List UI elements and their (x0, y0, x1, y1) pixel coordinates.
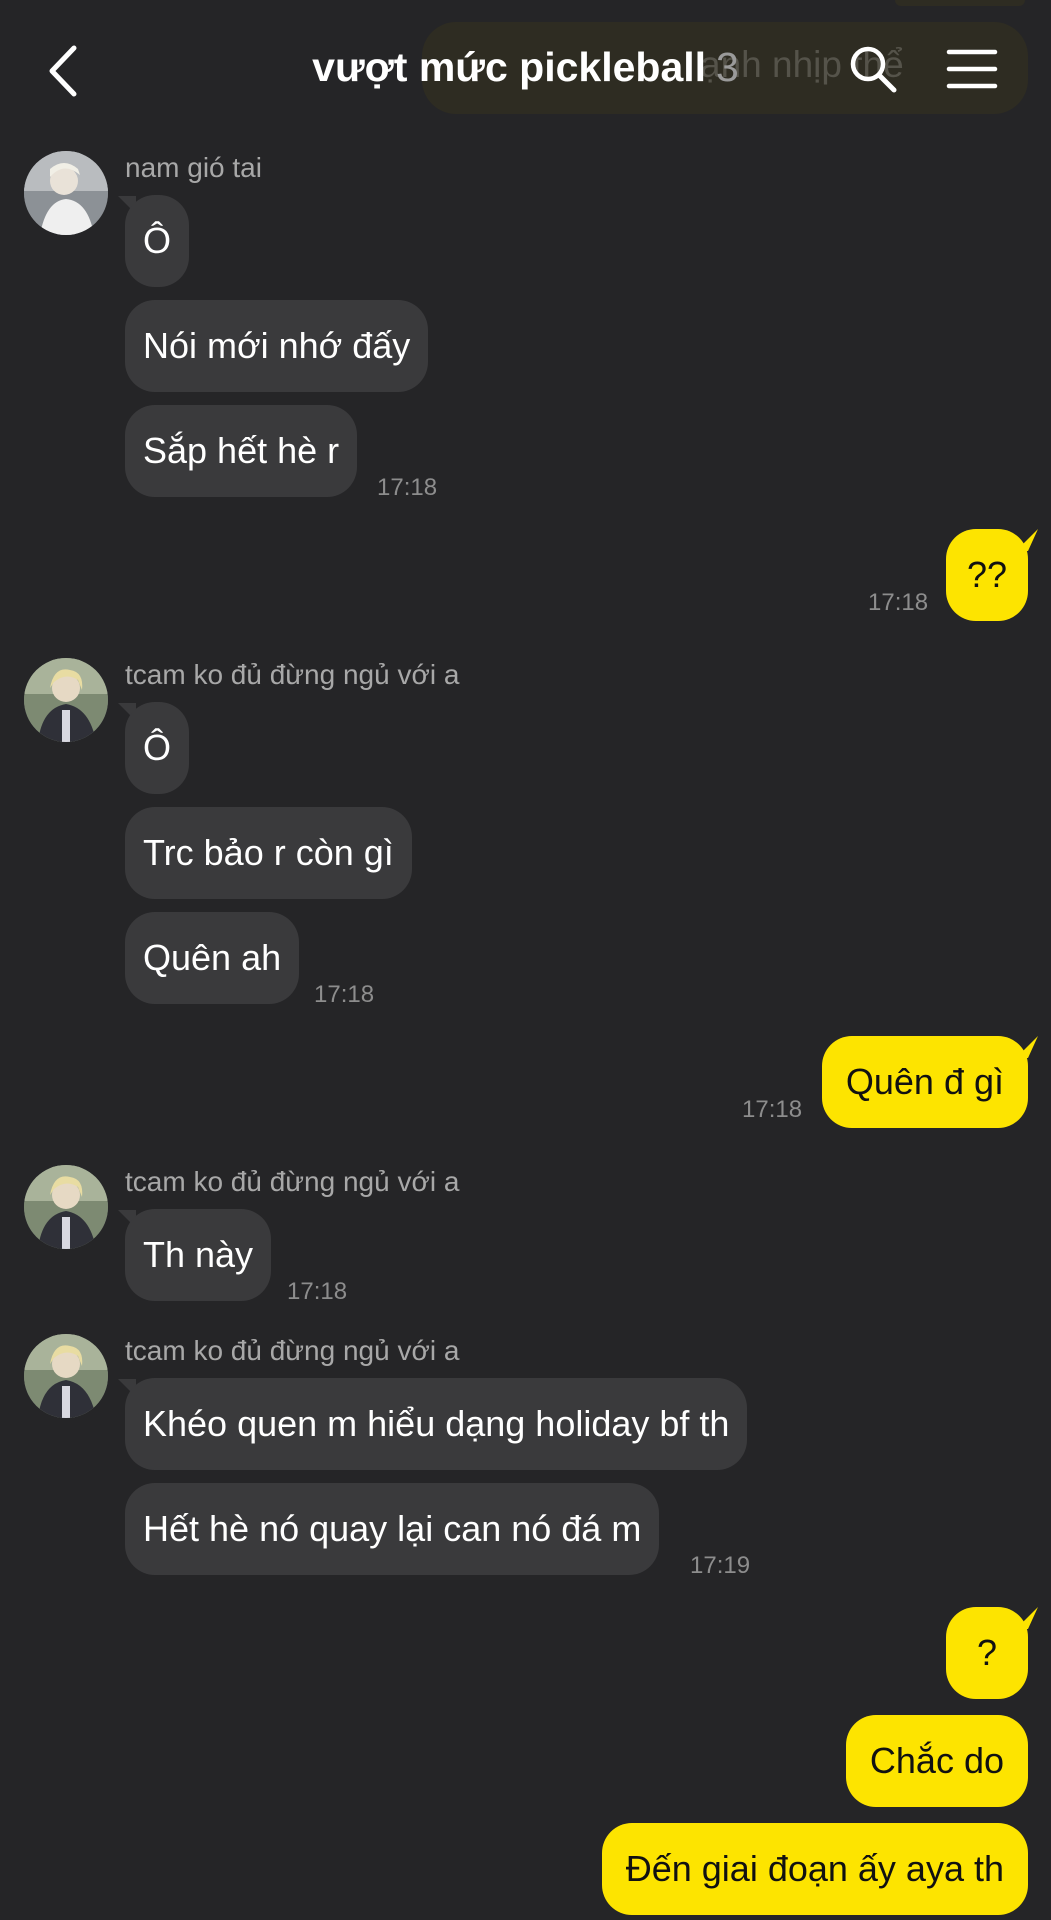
search-button[interactable] (848, 44, 898, 94)
group-name: vượt mức pickleball (312, 44, 707, 90)
message-timestamp: 17:18 (377, 474, 438, 501)
message-bubble[interactable]: Khéo quen m hiểu dạng holiday bf th (125, 1378, 748, 1470)
avatar-nam-gio-tai[interactable] (24, 151, 108, 235)
message-timestamp: 17:19 (690, 1552, 751, 1579)
search-icon (850, 46, 897, 93)
message-bubble[interactable]: Hết hè nó quay lại can nó đá m (125, 1483, 660, 1575)
message-bubble[interactable]: Quên ah (125, 912, 300, 1004)
sent-message-bubble[interactable]: Đến giai đoạn ấy aya th (601, 1823, 1028, 1915)
message-bubble[interactable]: Sắp hết hè r (125, 405, 358, 497)
sent-message-bubble[interactable]: Quên đ gì (821, 1036, 1028, 1128)
member-count: 3 (716, 44, 739, 90)
bubble-tail (1016, 529, 1038, 551)
sender-name: tcam ko đủ đừng ngủ với a (125, 1166, 460, 1197)
bubble-tail (1016, 1036, 1038, 1058)
message-timestamp: 17:18 (742, 1096, 803, 1123)
menu-button[interactable] (946, 48, 998, 90)
avatar-tcam[interactable] (24, 1334, 108, 1418)
message-bubble[interactable]: Ô (125, 195, 190, 287)
previous-message-fragment (895, 0, 1025, 6)
message-bubble[interactable]: Nói mới nhớ đấy (125, 300, 429, 392)
message-bubble[interactable]: Th này (125, 1209, 272, 1301)
sender-name: tcam ko đủ đừng ngủ với a (125, 659, 460, 690)
avatar-tcam[interactable] (24, 1165, 108, 1249)
message-bubble[interactable]: Trc bảo r còn gì (125, 807, 412, 899)
message-timestamp: 17:18 (868, 589, 929, 616)
sender-name: tcam ko đủ đừng ngủ với a (125, 1335, 460, 1366)
sender-name: nam gió tai (125, 152, 262, 183)
hamburger-menu-icon (946, 49, 998, 89)
bubble-tail (1016, 1607, 1038, 1629)
sent-message-bubble[interactable]: Chắc do (845, 1715, 1028, 1807)
avatar-tcam[interactable] (24, 658, 108, 742)
message-timestamp: 17:18 (287, 1278, 348, 1305)
message-timestamp: 17:18 (314, 981, 375, 1008)
message-bubble[interactable]: Ô (125, 702, 190, 794)
